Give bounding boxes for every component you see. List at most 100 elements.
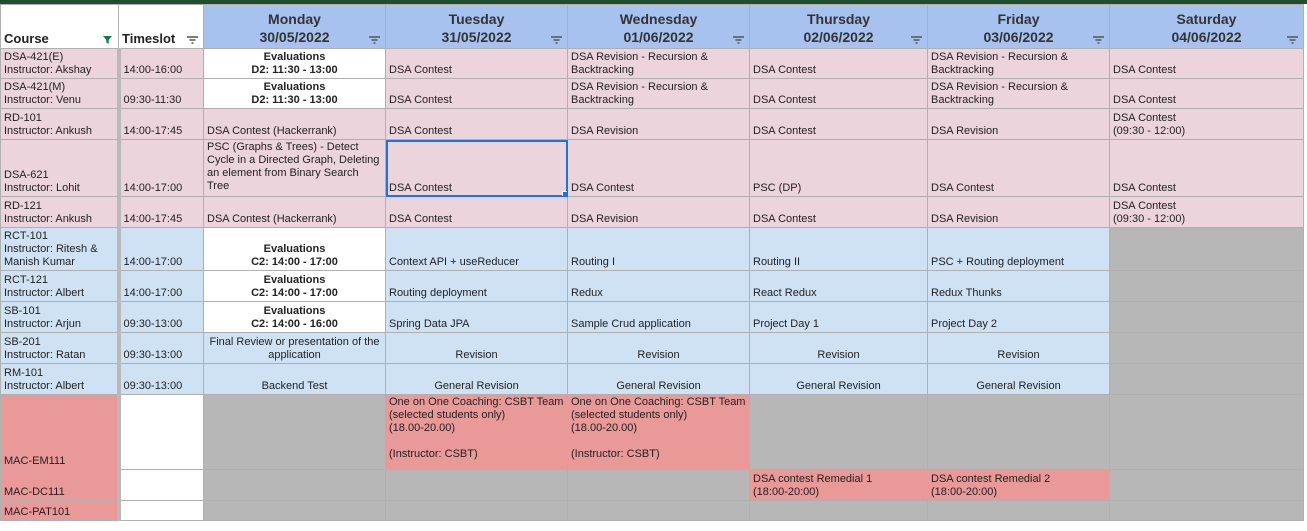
- timeslot-cell[interactable]: [118, 394, 204, 470]
- course-header[interactable]: Course: [0, 4, 119, 49]
- schedule-cell[interactable]: General Revision: [567, 363, 750, 395]
- filter-icon[interactable]: [1287, 36, 1298, 44]
- schedule-cell[interactable]: DSA Contest: [385, 108, 568, 140]
- timeslot-cell[interactable]: 09:30-13:00: [118, 301, 204, 333]
- schedule-cell[interactable]: [1109, 363, 1304, 395]
- day-header-thursday[interactable]: Thursday 02/06/2022: [749, 4, 928, 49]
- timeslot-header[interactable]: Timeslot: [118, 4, 204, 49]
- filter-icon[interactable]: [1093, 36, 1104, 44]
- schedule-cell[interactable]: Routing I: [567, 227, 750, 271]
- schedule-cell[interactable]: DSA Revision: [927, 108, 1110, 140]
- schedule-cell[interactable]: Revision: [749, 332, 928, 364]
- schedule-cell[interactable]: Evaluations D2: 11:30 - 13:00: [203, 78, 386, 109]
- schedule-cell[interactable]: [749, 500, 928, 521]
- schedule-cell[interactable]: PSC (DP): [749, 139, 928, 197]
- schedule-cell[interactable]: Revision: [567, 332, 750, 364]
- schedule-cell[interactable]: DSA contest Remedial 2 (18:00-20:00): [927, 469, 1110, 501]
- schedule-cell[interactable]: DSA Contest: [749, 108, 928, 140]
- course-cell[interactable]: RD-121 Instructor: Ankush: [0, 196, 121, 228]
- timeslot-cell[interactable]: [118, 469, 204, 501]
- schedule-cell[interactable]: [567, 500, 750, 521]
- schedule-cell[interactable]: [749, 394, 928, 470]
- day-header-wednesday[interactable]: Wednesday 01/06/2022: [567, 4, 750, 49]
- filter-icon[interactable]: [551, 36, 562, 44]
- schedule-cell[interactable]: Final Review or presentation of the appl…: [203, 332, 386, 364]
- schedule-cell[interactable]: [1109, 332, 1304, 364]
- schedule-cell[interactable]: [203, 394, 386, 470]
- selection-fill-handle[interactable]: [562, 191, 567, 196]
- schedule-cell[interactable]: [385, 500, 568, 521]
- schedule-cell[interactable]: DSA Contest: [1109, 78, 1304, 109]
- schedule-cell[interactable]: DSA Contest (Hackerrank): [203, 196, 386, 228]
- course-cell[interactable]: MAC-EM111: [0, 394, 121, 470]
- schedule-cell[interactable]: Context API + useReducer: [385, 227, 568, 271]
- course-cell[interactable]: DSA-621 Instructor: Lohit: [0, 139, 121, 197]
- schedule-cell[interactable]: DSA Contest: [385, 48, 568, 79]
- filter-icon[interactable]: [369, 36, 380, 44]
- schedule-cell[interactable]: [1109, 469, 1304, 501]
- filter-icon[interactable]: [187, 36, 198, 44]
- schedule-cell[interactable]: Evaluations C2: 14:00 - 16:00: [203, 301, 386, 333]
- schedule-cell[interactable]: PSC (Graphs & Trees) - Detect Cycle in a…: [203, 139, 386, 197]
- schedule-cell[interactable]: DSA Contest: [749, 48, 928, 79]
- schedule-cell[interactable]: DSA Contest (Hackerrank): [203, 108, 386, 140]
- schedule-cell[interactable]: DSA Revision - Recursion & Backtracking: [927, 48, 1110, 79]
- schedule-cell[interactable]: DSA Contest: [749, 196, 928, 228]
- course-cell[interactable]: RCT-121 Instructor: Albert: [0, 270, 121, 302]
- schedule-cell[interactable]: Project Day 2: [927, 301, 1110, 333]
- schedule-cell[interactable]: [1109, 227, 1304, 271]
- schedule-cell[interactable]: DSA Contest: [385, 78, 568, 109]
- schedule-cell[interactable]: DSA Contest: [567, 139, 750, 197]
- timeslot-cell[interactable]: 09:30-13:00: [118, 363, 204, 395]
- course-cell[interactable]: DSA-421(M) Instructor: Venu: [0, 78, 121, 109]
- schedule-cell[interactable]: [927, 394, 1110, 470]
- schedule-cell[interactable]: Evaluations C2: 14:00 - 17:00: [203, 227, 386, 271]
- timeslot-cell[interactable]: 14:00-17:45: [118, 108, 204, 140]
- schedule-cell[interactable]: [203, 469, 386, 501]
- schedule-cell[interactable]: Revision: [385, 332, 568, 364]
- schedule-cell[interactable]: General Revision: [749, 363, 928, 395]
- timeslot-cell[interactable]: 14:00-17:00: [118, 270, 204, 302]
- schedule-cell[interactable]: Redux: [567, 270, 750, 302]
- schedule-cell[interactable]: One on One Coaching: CSBT Team (selected…: [385, 394, 568, 470]
- schedule-cell[interactable]: DSA Revision: [927, 196, 1110, 228]
- schedule-cell[interactable]: Evaluations D2: 11:30 - 13:00: [203, 48, 386, 79]
- filter-icon[interactable]: [911, 36, 922, 44]
- schedule-cell[interactable]: DSA Contest: [927, 139, 1110, 197]
- schedule-cell[interactable]: [203, 500, 386, 521]
- schedule-cell[interactable]: DSA Revision - Recursion & Backtracking: [567, 48, 750, 79]
- schedule-cell[interactable]: DSA Contest: [385, 196, 568, 228]
- schedule-cell[interactable]: Project Day 1: [749, 301, 928, 333]
- course-cell[interactable]: RD-101 Instructor: Ankush: [0, 108, 121, 140]
- schedule-cell[interactable]: [1109, 394, 1304, 470]
- schedule-cell[interactable]: React Redux: [749, 270, 928, 302]
- schedule-cell[interactable]: [385, 469, 568, 501]
- schedule-cell[interactable]: Evaluations C2: 14:00 - 17:00: [203, 270, 386, 302]
- timeslot-cell[interactable]: [118, 500, 204, 521]
- schedule-cell[interactable]: DSA Contest: [1109, 48, 1304, 79]
- course-cell[interactable]: SB-201 Instructor: Ratan: [0, 332, 121, 364]
- schedule-cell[interactable]: DSA Contest: [749, 78, 928, 109]
- schedule-cell[interactable]: DSA Contest: [385, 139, 568, 197]
- schedule-cell[interactable]: [927, 500, 1110, 521]
- schedule-cell[interactable]: Sample Crud application: [567, 301, 750, 333]
- schedule-cell[interactable]: Routing II: [749, 227, 928, 271]
- schedule-cell[interactable]: DSA Revision: [567, 196, 750, 228]
- schedule-cell[interactable]: Revision: [927, 332, 1110, 364]
- schedule-cell[interactable]: [1109, 301, 1304, 333]
- schedule-cell[interactable]: PSC + Routing deployment: [927, 227, 1110, 271]
- filter-icon[interactable]: [733, 36, 744, 44]
- course-cell[interactable]: SB-101 Instructor: Arjun: [0, 301, 121, 333]
- schedule-cell[interactable]: DSA Contest (09:30 - 12:00): [1109, 108, 1304, 140]
- schedule-cell[interactable]: DSA Contest: [1109, 139, 1304, 197]
- schedule-cell[interactable]: [567, 469, 750, 501]
- course-cell[interactable]: RM-101 Instructor: Albert: [0, 363, 121, 395]
- schedule-cell[interactable]: DSA Revision - Recursion & Backtracking: [927, 78, 1110, 109]
- course-cell[interactable]: MAC-PAT101: [0, 500, 121, 521]
- filter-active-icon[interactable]: [102, 36, 113, 44]
- schedule-cell[interactable]: Routing deployment: [385, 270, 568, 302]
- timeslot-cell[interactable]: 14:00-17:00: [118, 227, 204, 271]
- course-cell[interactable]: DSA-421(E) Instructor: Akshay: [0, 48, 121, 79]
- timeslot-cell[interactable]: 14:00-17:00: [118, 139, 204, 197]
- schedule-cell[interactable]: DSA Revision - Recursion & Backtracking: [567, 78, 750, 109]
